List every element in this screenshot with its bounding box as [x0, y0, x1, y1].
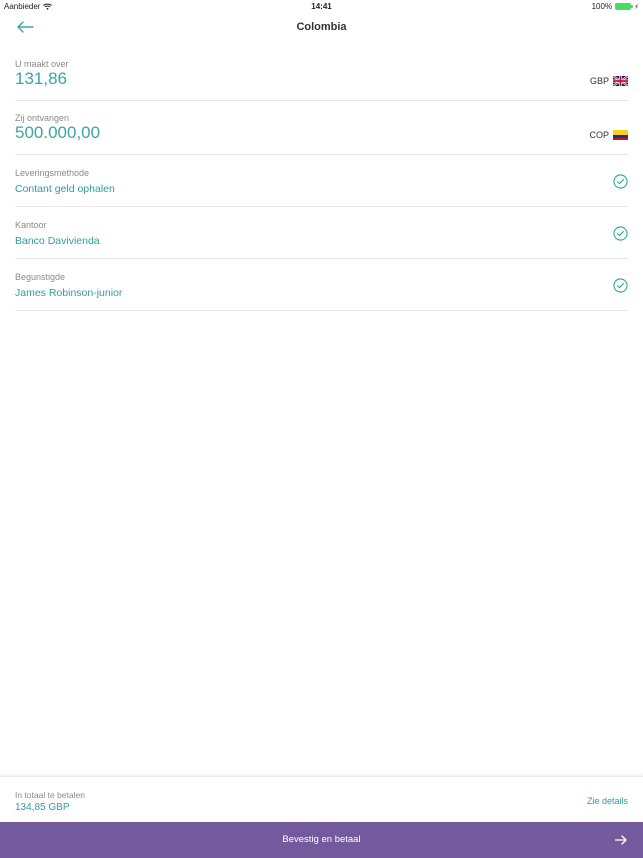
- see-details-link[interactable]: Zie details: [587, 796, 628, 806]
- beneficiary-row[interactable]: Begunstigde James Robinson-junior: [15, 259, 628, 311]
- receive-currency[interactable]: COP: [589, 130, 628, 140]
- send-currency-code: GBP: [589, 76, 609, 86]
- charging-icon: ⚡: [634, 3, 639, 11]
- delivery-method-row[interactable]: Leveringsmethode Contant geld ophalen: [15, 155, 628, 207]
- check-circle-icon: [613, 226, 628, 241]
- beneficiary-value: James Robinson-junior: [15, 287, 123, 299]
- confirm-pay-button[interactable]: Bevestig en betaal: [0, 822, 643, 858]
- status-right: 100% ⚡: [592, 2, 639, 11]
- receive-amount-row[interactable]: Zij ontvangen 500.000,00 COP: [15, 101, 628, 155]
- total-value: 134,85 GBP: [15, 802, 70, 813]
- nav-bar: Colombia: [0, 13, 643, 43]
- page-title: Colombia: [296, 21, 347, 33]
- send-currency[interactable]: GBP: [590, 76, 628, 86]
- battery-icon: [615, 3, 634, 10]
- delivery-method-label: Leveringsmethode: [15, 168, 90, 178]
- total-label: In totaal te betalen: [15, 790, 85, 800]
- office-value: Banco Davivienda: [15, 235, 100, 247]
- status-time: 14:41: [311, 2, 332, 11]
- check-circle-icon: [613, 278, 628, 293]
- delivery-method-value: Contant geld ophalen: [15, 183, 115, 195]
- transfer-summary: U maakt over 131,86 GBP Zij ontvangen 50…: [15, 47, 628, 311]
- check-circle-icon: [613, 174, 628, 189]
- office-row[interactable]: Kantoor Banco Davivienda: [15, 207, 628, 259]
- send-amount-value: 131,86: [15, 69, 67, 88]
- back-button[interactable]: [14, 17, 36, 37]
- beneficiary-label: Begunstigde: [15, 272, 66, 282]
- status-bar: Aanbieder 14:41 100% ⚡: [0, 0, 643, 13]
- send-amount-row[interactable]: U maakt over 131,86 GBP: [15, 47, 628, 101]
- receive-amount-label: Zij ontvangen: [15, 113, 70, 123]
- receive-amount-value: 500.000,00: [15, 123, 101, 142]
- battery-percent: 100%: [591, 2, 613, 11]
- office-label: Kantoor: [15, 220, 47, 230]
- arrow-left-icon: [17, 21, 34, 33]
- colombia-flag-icon: [613, 130, 628, 140]
- uk-flag-icon: [613, 76, 628, 86]
- receive-currency-code: COP: [589, 130, 609, 140]
- arrow-right-icon: [614, 835, 627, 845]
- send-amount-label: U maakt over: [15, 59, 69, 69]
- confirm-pay-label: Bevestig en betaal: [282, 834, 361, 845]
- total-footer: In totaal te betalen 134,85 GBP Zie deta…: [0, 776, 643, 822]
